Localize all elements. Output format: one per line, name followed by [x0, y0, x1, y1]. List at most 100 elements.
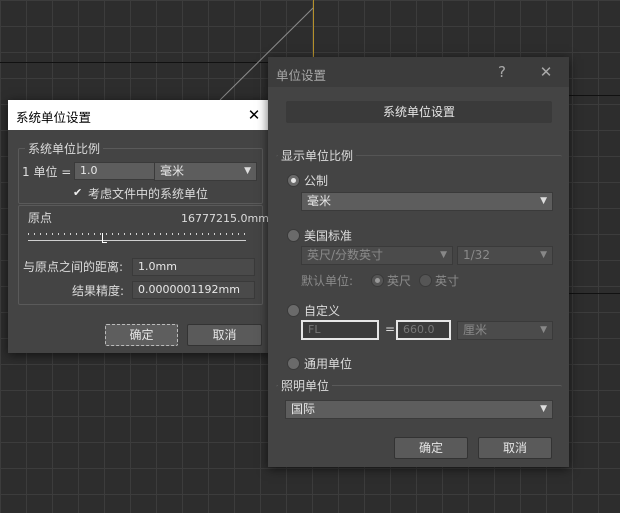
ruler-tick — [184, 233, 185, 235]
inch-label[interactable]: 英寸 — [435, 272, 459, 289]
ruler-tick — [178, 233, 179, 235]
chevron-down-icon: ▼ — [540, 250, 547, 260]
custom-equals: = — [385, 322, 396, 336]
ruler-tick — [124, 233, 125, 235]
custom-name-field[interactable]: FL — [301, 320, 379, 340]
cancel-button[interactable]: 取消 — [187, 324, 262, 346]
group-title: 照明单位 — [278, 377, 333, 394]
us-standard-label[interactable]: 美国标准 — [304, 227, 352, 244]
ruler-tick — [34, 233, 35, 235]
close-icon[interactable]: ✕ — [243, 104, 265, 126]
help-icon[interactable]: ? — [491, 61, 513, 83]
dropdown-value: 国际 — [291, 402, 316, 416]
scale-prefix-label: 1 单位 = — [22, 165, 72, 179]
metric-label[interactable]: 公制 — [304, 172, 328, 189]
generic-units-label[interactable]: 通用单位 — [304, 355, 352, 372]
viewport-axis-line — [313, 0, 314, 57]
chevron-down-icon: ▼ — [540, 404, 547, 414]
custom-radio[interactable] — [287, 304, 300, 317]
ruler-tick — [40, 233, 41, 235]
ruler-tick — [82, 233, 83, 235]
metric-unit-dropdown[interactable]: 毫米 ▼ — [301, 192, 553, 211]
ruler-tick — [244, 233, 245, 235]
feet-label[interactable]: 英尺 — [387, 272, 411, 289]
distance-value-field: 1.0mm — [132, 258, 255, 276]
origin-value: 16777215.0mm — [181, 212, 269, 225]
ruler-tick — [28, 233, 29, 235]
ruler-tick — [232, 233, 233, 235]
ruler-tick — [166, 233, 167, 235]
ruler-tick — [160, 233, 161, 235]
us-fraction-dropdown[interactable]: 1/32 ▼ — [457, 246, 553, 265]
ruler-tick — [148, 233, 149, 235]
feet-radio[interactable] — [371, 274, 384, 287]
dropdown-value: 英尺/分数英寸 — [307, 248, 384, 262]
ruler-tick — [112, 233, 113, 235]
ruler-tick — [46, 233, 47, 235]
group-title: 系统单位比例 — [25, 140, 104, 157]
ruler-tick — [226, 233, 227, 235]
dialog-title: 单位设置 — [276, 68, 327, 83]
dropdown-value: 毫米 — [307, 194, 332, 208]
origin-label: 原点 — [28, 211, 53, 225]
ruler-tick — [52, 233, 53, 235]
ruler-tick — [106, 233, 107, 235]
ruler-tick — [130, 233, 131, 235]
consider-files-label[interactable]: 考虑文件中的系统单位 — [88, 185, 208, 202]
ruler-tick — [202, 233, 203, 235]
slider-track — [28, 240, 246, 241]
ruler-tick — [220, 233, 221, 235]
dialog-titlebar[interactable]: 单位设置 ? ✕ — [268, 57, 569, 87]
precision-value-field: 0.0000001192mm — [132, 281, 255, 299]
chevron-down-icon: ▼ — [540, 196, 547, 206]
viewport-border — [569, 293, 620, 294]
ruler-tick — [172, 233, 173, 235]
ruler-tick — [64, 233, 65, 235]
ruler-tick — [190, 233, 191, 235]
group-title: 显示单位比例 — [278, 147, 357, 164]
viewport-border — [569, 95, 620, 96]
chevron-down-icon: ▼ — [440, 250, 447, 260]
metric-radio[interactable] — [287, 174, 300, 187]
ruler-tick — [142, 233, 143, 235]
dialog-title: 系统单位设置 — [16, 110, 92, 125]
ruler-tick — [136, 233, 137, 235]
us-unit-dropdown[interactable]: 英尺/分数英寸 ▼ — [301, 246, 453, 265]
custom-unit-dropdown[interactable]: 厘米 ▼ — [457, 321, 553, 340]
ruler-tick — [100, 233, 101, 235]
scale-value-field[interactable]: 1.0 — [74, 162, 155, 180]
generic-units-radio[interactable] — [287, 357, 300, 370]
ok-button[interactable]: 确定 — [105, 324, 178, 346]
system-unit-setup-button[interactable]: 系统单位设置 — [286, 101, 552, 123]
ruler-tick — [196, 233, 197, 235]
ruler-tick — [94, 233, 95, 235]
ruler-tick — [214, 233, 215, 235]
origin-slider[interactable] — [28, 233, 246, 243]
ruler-tick — [70, 233, 71, 235]
us-standard-radio[interactable] — [287, 229, 300, 242]
cancel-button[interactable]: 取消 — [478, 437, 552, 459]
ruler-tick — [118, 233, 119, 235]
ok-button[interactable]: 确定 — [394, 437, 468, 459]
system-unit-dropdown[interactable]: 毫米 ▼ — [154, 162, 257, 181]
default-unit-label: 默认单位: — [301, 274, 354, 288]
viewport-diagonal-line — [219, 7, 313, 100]
ruler-tick — [88, 233, 89, 235]
dialog-titlebar[interactable]: 系统单位设置 ✕ — [8, 100, 271, 130]
ruler-tick — [238, 233, 239, 235]
dropdown-value: 毫米 — [160, 164, 185, 178]
checkmark-icon[interactable]: ✔ — [73, 187, 84, 198]
ruler-tick — [76, 233, 77, 235]
custom-value-field[interactable]: 660.0 — [396, 320, 451, 340]
inch-radio[interactable] — [419, 274, 432, 287]
precision-label: 结果精度: — [72, 284, 125, 298]
close-icon[interactable]: ✕ — [535, 61, 557, 83]
custom-label[interactable]: 自定义 — [304, 302, 340, 319]
ruler-tick — [208, 233, 209, 235]
ruler-tick — [58, 233, 59, 235]
dropdown-value: 厘米 — [463, 323, 488, 337]
chevron-down-icon: ▼ — [540, 325, 547, 335]
unit-setup-dialog: 单位设置 ? ✕ 系统单位设置 显示单位比例 公制 毫米 ▼ 美国标准 英尺/分… — [268, 57, 569, 467]
lighting-unit-dropdown[interactable]: 国际 ▼ — [285, 400, 553, 419]
system-unit-setup-dialog: 系统单位设置 ✕ 系统单位比例 1 单位 = 1.0 毫米 ▼ ✔ 考虑文件中的… — [8, 100, 271, 353]
